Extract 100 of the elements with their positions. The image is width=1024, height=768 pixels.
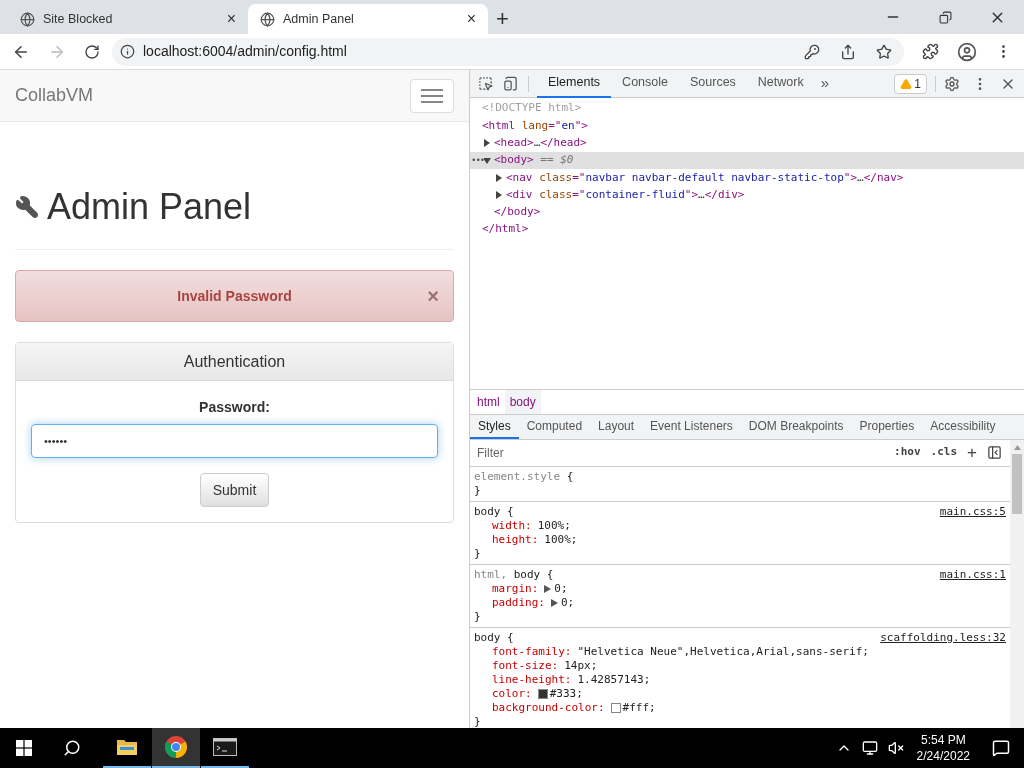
styles-pane-tab[interactable]: Styles (470, 414, 519, 439)
rule-selector: body { (474, 630, 514, 645)
source-link[interactable]: scaffolding.less:32 (880, 630, 1006, 645)
info-icon (120, 44, 135, 59)
password-label: Password: (199, 398, 270, 417)
close-tab-button[interactable]: × (466, 11, 476, 27)
browser-tab[interactable]: Site Blocked × (8, 4, 248, 34)
color-swatch[interactable] (537, 688, 548, 699)
declaration-property[interactable]: height: (492, 532, 539, 547)
dom-node-line[interactable]: <div class="container-fluid">…</div> (506, 186, 745, 204)
color-swatch[interactable] (610, 702, 621, 713)
devtools-tab[interactable]: Console (611, 69, 679, 98)
rule-selector: body { (474, 504, 514, 519)
declaration-property[interactable]: padding: (492, 595, 545, 610)
declaration-value[interactable]: 1.42857143; (577, 672, 651, 687)
navbar-toggle-button[interactable] (410, 78, 454, 113)
declaration-value[interactable]: 0; (554, 581, 568, 596)
expand-triangle-icon[interactable] (551, 598, 558, 607)
declaration-value[interactable]: 100%; (544, 532, 578, 547)
devtools-tab[interactable]: Sources (679, 69, 747, 98)
device-toolbar-icon[interactable] (503, 76, 518, 91)
address-bar[interactable]: localhost:6004/admin/config.html (112, 37, 904, 66)
rule-selector: html, body { (474, 567, 554, 582)
sidebar-toggle-icon[interactable] (987, 445, 1002, 460)
closing-brace: } (474, 714, 481, 728)
class-toggle[interactable]: .cls (930, 444, 958, 461)
declaration-property[interactable]: font-size: (492, 658, 559, 673)
settings-icon[interactable] (944, 75, 960, 92)
styles-pane-tab[interactable]: Accessibility (922, 414, 1004, 439)
dom-node-line[interactable]: <head>…</head> (494, 135, 587, 152)
declaration-property[interactable]: color: (492, 686, 532, 701)
hover-state-toggle[interactable]: :hov (894, 444, 921, 461)
more-tabs-button[interactable]: » (820, 72, 830, 95)
reload-icon[interactable] (84, 43, 100, 60)
declaration-property[interactable]: line-height: (492, 672, 572, 687)
closing-brace: } (474, 609, 481, 623)
collapsed-triangle-icon[interactable] (495, 191, 503, 200)
styles-pane-tab[interactable]: Layout (590, 414, 643, 439)
declaration-property[interactable]: margin: (492, 581, 539, 596)
dom-node-line[interactable]: <nav class="navbar navbar-default navbar-static-top">…</nav> (506, 169, 904, 187)
dom-node-line[interactable]: <body> == $0 (494, 152, 574, 169)
tab-title: Admin Panel (283, 10, 355, 28)
brand-link[interactable]: CollabVM (15, 82, 94, 109)
close-tab-button[interactable]: × (226, 11, 236, 27)
expanded-triangle-icon[interactable] (483, 156, 491, 165)
styles-pane-tab[interactable]: Computed (518, 414, 591, 439)
declaration-value[interactable]: 14px; (564, 658, 598, 673)
breadcrumb-item[interactable]: html (472, 389, 505, 414)
filter-field[interactable]: Filter (477, 443, 885, 462)
source-link[interactable]: main.css:5 (939, 504, 1006, 519)
devtools-tab[interactable]: Elements (537, 69, 612, 98)
expand-triangle-icon[interactable] (544, 584, 552, 593)
dom-node-line[interactable]: </body> (494, 204, 541, 221)
styles-pane-tab[interactable]: DOM Breakpoints (740, 414, 852, 439)
folder-icon (116, 738, 138, 756)
devtools-tab[interactable]: Network (746, 69, 815, 98)
restore-icon[interactable] (939, 10, 952, 24)
declaration-value[interactable]: #333; (549, 686, 583, 701)
windows-logo-icon[interactable] (16, 740, 32, 756)
declaration-property[interactable]: width: (492, 518, 532, 533)
extensions-icon[interactable] (922, 43, 939, 60)
browser-tab[interactable]: Admin Panel × (248, 4, 488, 34)
breadcrumb-item[interactable]: body (504, 389, 541, 414)
address-text: localhost:6004/admin/config.html (143, 42, 348, 61)
new-rule-button[interactable]: + (967, 444, 977, 461)
panel-title: Authentication (183, 351, 286, 372)
closing-brace: } (474, 483, 481, 497)
collapsed-triangle-icon[interactable] (495, 173, 503, 182)
warnings-badge[interactable]: 1 (894, 73, 927, 94)
declaration-value[interactable]: #fff; (622, 700, 656, 715)
bookmark-icon[interactable] (876, 43, 892, 60)
declaration-property[interactable]: font-family: (492, 644, 572, 659)
clock-time: 5:54 PM (920, 732, 966, 748)
profile-icon[interactable] (957, 41, 977, 62)
alert-message: Invalid Password (177, 286, 292, 306)
scrollbar-thumb[interactable] (1012, 453, 1022, 514)
declaration-value[interactable]: 0; (561, 595, 575, 610)
globe-icon (260, 11, 275, 27)
declaration-property[interactable]: background-color: (492, 700, 605, 715)
collapsed-triangle-icon[interactable] (483, 139, 491, 148)
search-icon[interactable] (63, 739, 81, 757)
declaration-value[interactable]: 100%; (537, 518, 571, 533)
share-icon[interactable] (840, 43, 856, 60)
styles-pane-tab[interactable]: Event Listeners (642, 414, 741, 439)
declaration-value[interactable]: "Helvetica Neue",Helvetica,Arial,sans-serif; (577, 644, 869, 659)
network-icon[interactable] (861, 740, 878, 756)
source-link[interactable]: main.css:1 (939, 567, 1006, 582)
clock[interactable]: 5:54 PM 2/24/2022 (916, 732, 970, 764)
styles-pane-tab[interactable]: Properties (851, 414, 923, 439)
key-icon[interactable] (804, 43, 820, 60)
new-tab-button[interactable]: + (496, 8, 509, 30)
page-heading: Admin Panel (47, 185, 252, 229)
password-field[interactable]: •••••• (31, 424, 438, 458)
dom-node-line[interactable]: </html> (482, 221, 529, 238)
dom-node-line[interactable]: <html lang="en"> (482, 117, 588, 135)
muted-speaker-icon[interactable] (887, 740, 904, 756)
notifications-icon[interactable] (992, 739, 1010, 757)
taskbar-app-button[interactable] (152, 728, 200, 768)
inspect-icon[interactable] (478, 76, 493, 91)
submit-button[interactable]: Submit (199, 473, 270, 507)
